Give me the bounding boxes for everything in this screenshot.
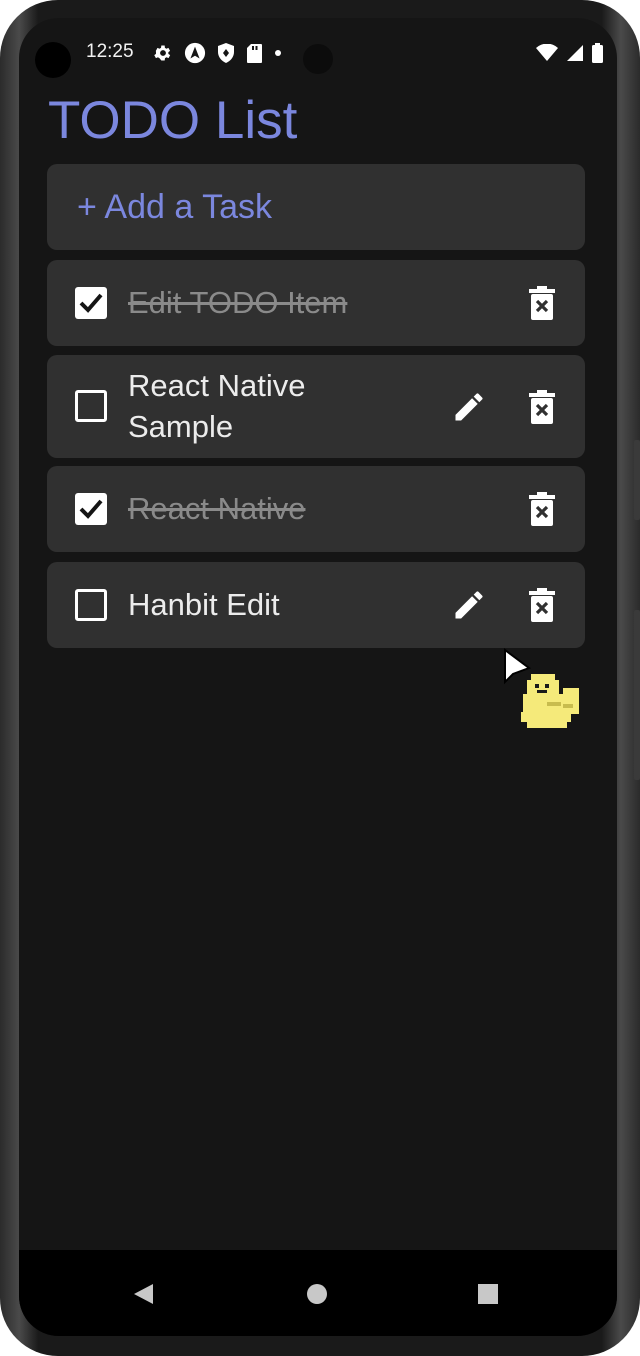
task-checkbox-unchecked[interactable] xyxy=(75,589,107,621)
cell-signal-icon xyxy=(566,44,584,66)
battery-icon xyxy=(592,43,603,67)
navigation-icon xyxy=(184,42,206,64)
volume-button xyxy=(634,440,640,520)
front-camera xyxy=(35,42,71,78)
delete-button[interactable] xyxy=(520,385,564,429)
add-task-button[interactable]: + Add a Task xyxy=(47,164,585,250)
delete-button[interactable] xyxy=(520,583,564,627)
checkmark-icon xyxy=(79,293,103,313)
back-icon xyxy=(134,1284,153,1304)
recents-button[interactable] xyxy=(466,1272,510,1316)
phone-frame: 12:25 TODO List + Add a Task Edit TODO I… xyxy=(0,0,640,1356)
home-button[interactable] xyxy=(295,1272,339,1316)
task-text: Edit TODO Item xyxy=(128,285,348,320)
checkmark-icon xyxy=(79,499,103,519)
task-text: Hanbit Edit xyxy=(128,587,280,622)
edit-button[interactable] xyxy=(447,583,491,627)
task-item: React Native xyxy=(47,466,585,552)
cursor-duck-icon xyxy=(504,648,579,728)
trash-icon xyxy=(529,286,555,320)
trash-icon xyxy=(529,588,555,622)
navigation-bar xyxy=(19,1250,617,1336)
trash-icon xyxy=(529,390,555,424)
dot-icon xyxy=(274,49,282,57)
task-text: React Native xyxy=(128,491,306,526)
status-system-icons xyxy=(536,43,603,67)
recents-icon xyxy=(478,1284,498,1304)
home-icon xyxy=(307,1284,327,1304)
edit-button[interactable] xyxy=(447,385,491,429)
delete-button[interactable] xyxy=(520,487,564,531)
pencil-icon xyxy=(455,393,483,421)
task-checkbox-checked[interactable] xyxy=(75,493,107,525)
cursor-pet xyxy=(503,648,593,738)
screen: 12:25 TODO List + Add a Task Edit TODO I… xyxy=(19,18,617,1336)
pencil-icon xyxy=(455,591,483,619)
power-button xyxy=(634,610,640,780)
task-checkbox-unchecked[interactable] xyxy=(75,390,107,422)
delete-button[interactable] xyxy=(520,281,564,325)
wifi-icon xyxy=(536,43,558,66)
task-text: React Native Sample xyxy=(128,368,306,444)
task-item: Edit TODO Item xyxy=(47,260,585,346)
settings-icon xyxy=(153,43,173,63)
status-time: 12:25 xyxy=(86,41,134,62)
camera-cutout xyxy=(303,44,333,74)
back-button[interactable] xyxy=(122,1272,166,1316)
task-item: React Native Sample xyxy=(47,355,585,458)
add-task-label: + Add a Task xyxy=(77,187,273,226)
shield-icon xyxy=(217,42,235,64)
sd-card-icon xyxy=(246,43,263,64)
task-checkbox-checked[interactable] xyxy=(75,287,107,319)
status-notification-icons xyxy=(153,42,282,64)
task-item: Hanbit Edit xyxy=(47,562,585,648)
trash-icon xyxy=(529,492,555,526)
page-title: TODO List xyxy=(48,91,298,150)
status-bar: 12:25 xyxy=(19,18,617,90)
